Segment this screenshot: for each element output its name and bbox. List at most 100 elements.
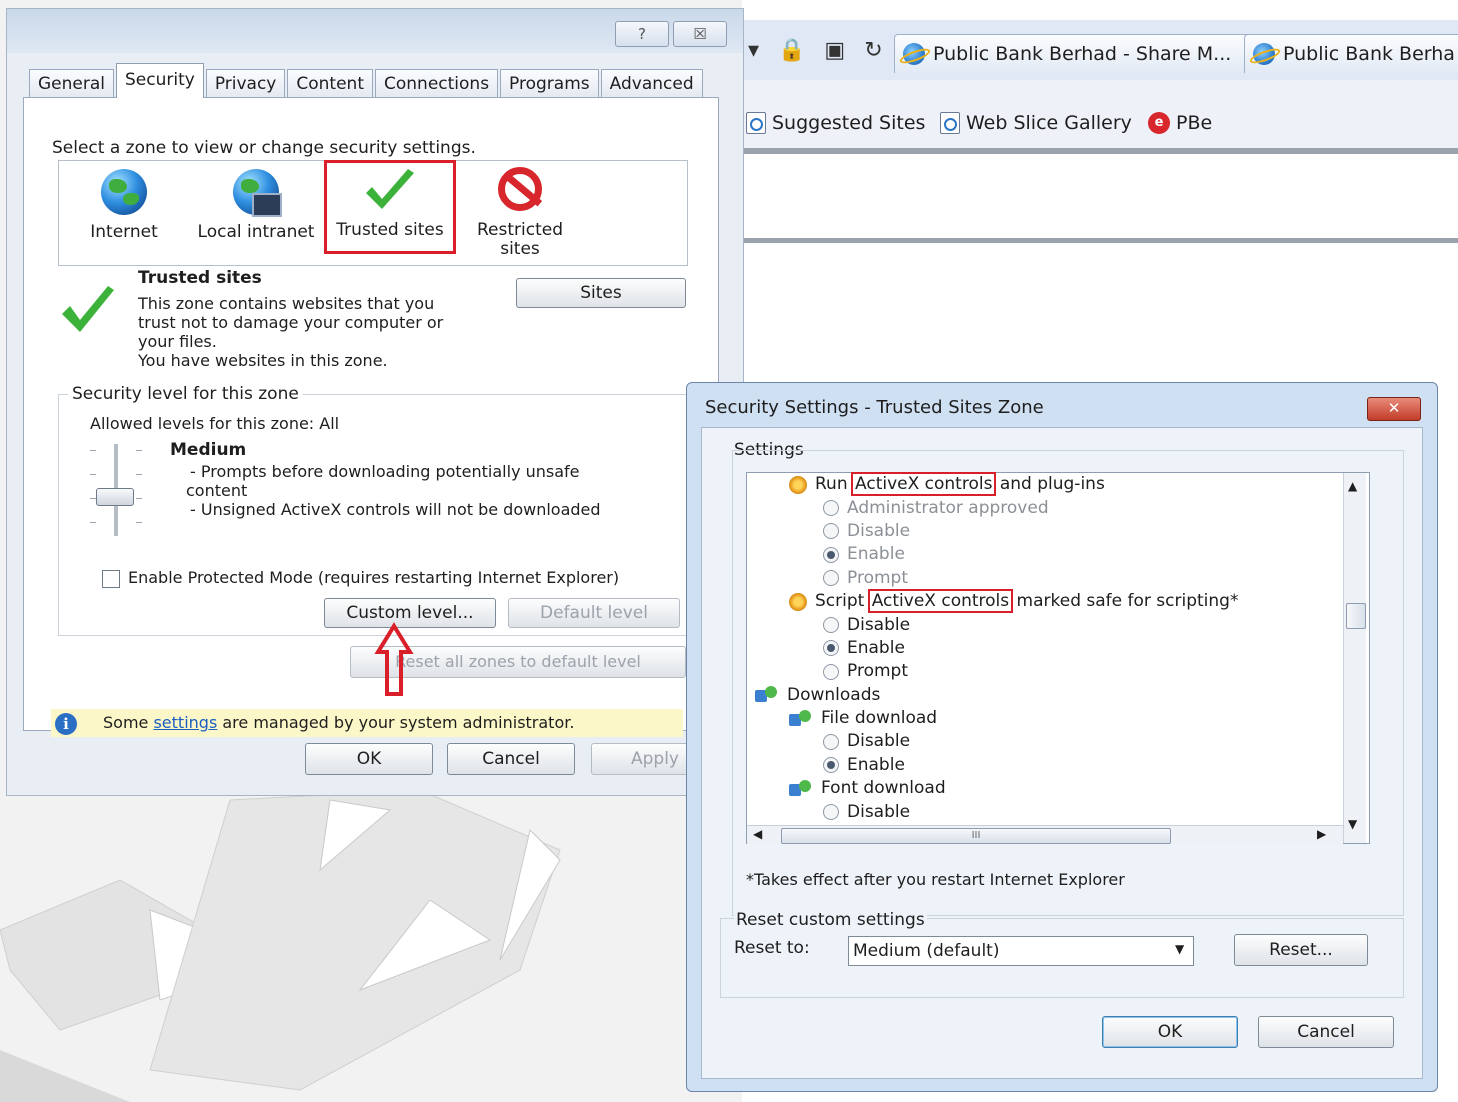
- zone-desc-line: your files.: [138, 332, 217, 351]
- zone-local-intranet[interactable]: Local intranet: [191, 167, 321, 242]
- desktop-background-shapes: [0, 790, 561, 1102]
- browser-tab-1[interactable]: Public Bank Berhad - Share M...: [894, 34, 1252, 73]
- level-desc-line: content: [186, 481, 248, 500]
- radio-icon[interactable]: [823, 617, 839, 634]
- radio-icon[interactable]: [823, 733, 839, 750]
- reset-to-select[interactable]: Medium (default) ▼: [848, 936, 1194, 966]
- intranet-globe-icon: [228, 169, 284, 219]
- tab-content[interactable]: Content: [287, 69, 373, 98]
- no-entry-icon: [492, 167, 548, 217]
- tab-connections[interactable]: Connections: [375, 69, 499, 98]
- trusted-checkmark-icon: [58, 284, 118, 342]
- setting-label: Disable: [847, 801, 911, 822]
- setting-option-radio[interactable]: Disable: [823, 800, 1349, 823]
- reset-button[interactable]: Reset...: [1234, 934, 1368, 966]
- close-button[interactable]: ☒: [673, 21, 727, 47]
- vertical-scrollbar[interactable]: ▲ ▼: [1343, 473, 1366, 843]
- vertical-scroll-thumb[interactable]: [1346, 603, 1366, 629]
- slider-tick: [90, 450, 96, 451]
- favorite-web-slice-gallery[interactable]: Web Slice Gallery: [940, 112, 1132, 134]
- setting-label: Prompt: [847, 567, 908, 588]
- setting-option-radio[interactable]: Prompt: [823, 567, 1349, 590]
- tab-security[interactable]: Security: [116, 63, 204, 98]
- zone-restricted-sites[interactable]: Restricted sites: [455, 167, 585, 259]
- internet-options-dialog: ? ☒ General Security Privacy Content Con…: [6, 8, 744, 796]
- favorite-suggested-sites[interactable]: Suggested Sites: [746, 112, 925, 134]
- setting-option-radio[interactable]: Disable: [823, 613, 1349, 636]
- settings-items: Run ActiveX controls and plug-ins Adminis…: [755, 472, 1349, 847]
- activex-highlight-box: ActiveX controls: [851, 472, 997, 497]
- horizontal-scrollbar[interactable]: ◀ III ▶: [747, 825, 1343, 844]
- reset-to-value: Medium (default): [853, 941, 1000, 961]
- zone-label: Internet: [90, 222, 158, 242]
- radio-icon[interactable]: [823, 546, 839, 563]
- level-name: Medium: [170, 440, 247, 460]
- radio-icon[interactable]: [823, 804, 839, 821]
- setting-label: Administrator approved: [847, 497, 1049, 518]
- security-level-title: Security level for this zone: [68, 384, 303, 404]
- scroll-left-icon[interactable]: ◀: [753, 827, 762, 841]
- scroll-down-icon[interactable]: ▼: [1348, 817, 1357, 831]
- scroll-right-icon[interactable]: ▶: [1317, 827, 1326, 841]
- tab-general[interactable]: General: [29, 69, 114, 98]
- setting-option-radio[interactable]: Administrator approved: [823, 496, 1349, 519]
- help-button[interactable]: ?: [615, 21, 669, 47]
- setting-option-radio[interactable]: Disable: [823, 730, 1349, 753]
- zone-description: This zone contains websites that you tru…: [138, 294, 443, 370]
- activex-icon: [789, 592, 807, 611]
- tab-advanced[interactable]: Advanced: [600, 69, 703, 98]
- favorite-pbe[interactable]: e PBe: [1148, 112, 1212, 134]
- settings-link[interactable]: settings: [153, 713, 217, 732]
- radio-icon[interactable]: [823, 570, 839, 587]
- setting-label: Disable: [847, 520, 911, 541]
- zone-prompt: Select a zone to view or change security…: [52, 138, 476, 158]
- security-settings-dialog: Security Settings - Trusted Sites Zone ✕…: [686, 382, 1438, 1092]
- setting-label: Disable: [847, 614, 911, 635]
- radio-icon[interactable]: [823, 523, 839, 540]
- zone-desc-line: This zone contains websites that you: [138, 294, 435, 313]
- radio-icon[interactable]: [823, 500, 839, 517]
- radio-icon[interactable]: [823, 757, 839, 774]
- cancel-button[interactable]: Cancel: [447, 743, 575, 775]
- zone-desc-line: trust not to damage your computer or: [138, 313, 444, 332]
- activex-highlight-box: ActiveX controls: [867, 589, 1014, 614]
- radio-icon[interactable]: [823, 663, 839, 680]
- setting-label: Downloads: [787, 684, 881, 705]
- download-settings-icon: [789, 779, 813, 798]
- sites-button[interactable]: Sites: [516, 278, 686, 308]
- dialog-body: Settings Run ActiveX controls and plug-i…: [701, 427, 1423, 1079]
- setting-option-radio[interactable]: Enable: [823, 543, 1349, 566]
- default-level-button[interactable]: Default level: [508, 598, 680, 628]
- setting-label: Prompt: [847, 661, 908, 682]
- favorite-label: Web Slice Gallery: [966, 112, 1132, 134]
- setting-option-radio[interactable]: Enable: [823, 637, 1349, 660]
- zone-internet[interactable]: Internet: [59, 167, 189, 242]
- setting-subcategory: File download: [789, 707, 1349, 730]
- protected-mode-checkbox[interactable]: [102, 570, 120, 588]
- level-desc-line: - Prompts before downloading potentially…: [190, 462, 580, 481]
- horizontal-scroll-thumb[interactable]: III: [781, 828, 1171, 844]
- setting-header: Script ActiveX controls marked safe for …: [789, 589, 1349, 614]
- scroll-up-icon[interactable]: ▲: [1348, 479, 1357, 493]
- ok-button[interactable]: OK: [305, 743, 433, 775]
- security-slider-thumb[interactable]: [96, 488, 134, 506]
- slider-tick: [136, 522, 142, 523]
- dialog-title: Security Settings - Trusted Sites Zone: [705, 397, 1044, 418]
- radio-icon[interactable]: [823, 640, 839, 657]
- restart-note: *Takes effect after you restart Internet…: [746, 870, 1125, 889]
- setting-option-radio[interactable]: Disable: [823, 520, 1349, 543]
- cancel-button[interactable]: Cancel: [1258, 1016, 1394, 1048]
- ok-button[interactable]: OK: [1102, 1016, 1238, 1048]
- setting-label-part: marked safe for scripting*: [1011, 591, 1239, 612]
- slider-tick: [136, 474, 142, 475]
- setting-option-radio[interactable]: Prompt: [823, 660, 1349, 683]
- close-button[interactable]: ✕: [1367, 397, 1421, 421]
- trusted-sites-highlight-box: [324, 160, 456, 254]
- protected-mode-label: Enable Protected Mode (requires restarti…: [128, 568, 620, 587]
- browser-tab-2[interactable]: Public Bank Berha: [1244, 34, 1458, 73]
- tab-privacy[interactable]: Privacy: [205, 69, 286, 98]
- settings-list[interactable]: Run ActiveX controls and plug-ins Adminis…: [746, 472, 1370, 847]
- setting-option-radio[interactable]: Enable: [823, 754, 1349, 777]
- reset-group-title: Reset custom settings: [734, 910, 927, 930]
- tab-programs[interactable]: Programs: [500, 69, 599, 98]
